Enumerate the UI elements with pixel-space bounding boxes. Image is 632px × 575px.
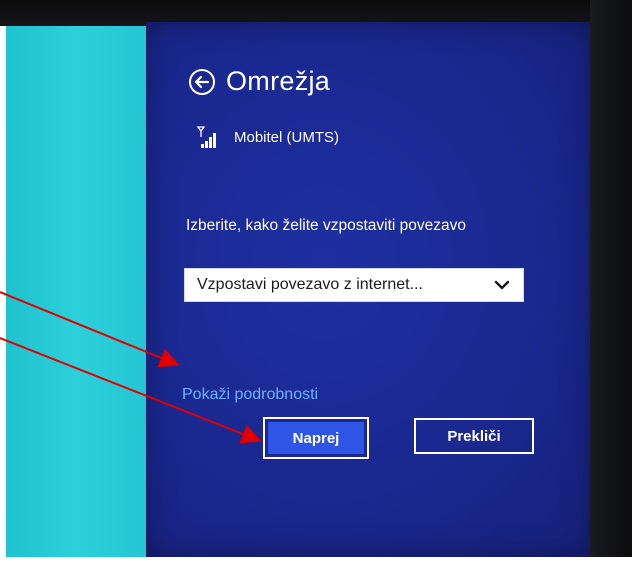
photo-of-screen: Omrežja Mobitel (UMTS) Izberite, kako že… <box>0 0 632 575</box>
photo-border-bottom <box>0 557 632 575</box>
start-screen-background <box>6 26 146 557</box>
panel-header: Omrežja <box>188 66 330 97</box>
networks-flyout-panel: Omrežja Mobitel (UMTS) Izberite, kako že… <box>146 22 592 557</box>
panel-title: Omrežja <box>226 66 331 96</box>
mobile-signal-icon <box>196 126 216 148</box>
screen-bezel-right <box>590 0 632 575</box>
cancel-button[interactable]: Prekliči <box>414 418 534 454</box>
show-details-link[interactable]: Pokaži podrobnosti <box>182 386 318 404</box>
next-button[interactable]: Naprej <box>268 422 364 454</box>
back-arrow-circle-icon[interactable] <box>188 68 216 96</box>
connection-prompt: Izberite, kako želite vzpostaviti poveza… <box>186 217 466 234</box>
chevron-down-icon <box>494 280 510 290</box>
network-item[interactable]: Mobitel (UMTS) <box>196 125 339 149</box>
select-value: Vzpostavi povezavo z internet... <box>197 276 423 293</box>
connection-method-select[interactable]: Vzpostavi povezavo z internet... <box>184 268 524 302</box>
network-name: Mobitel (UMTS) <box>234 128 340 146</box>
